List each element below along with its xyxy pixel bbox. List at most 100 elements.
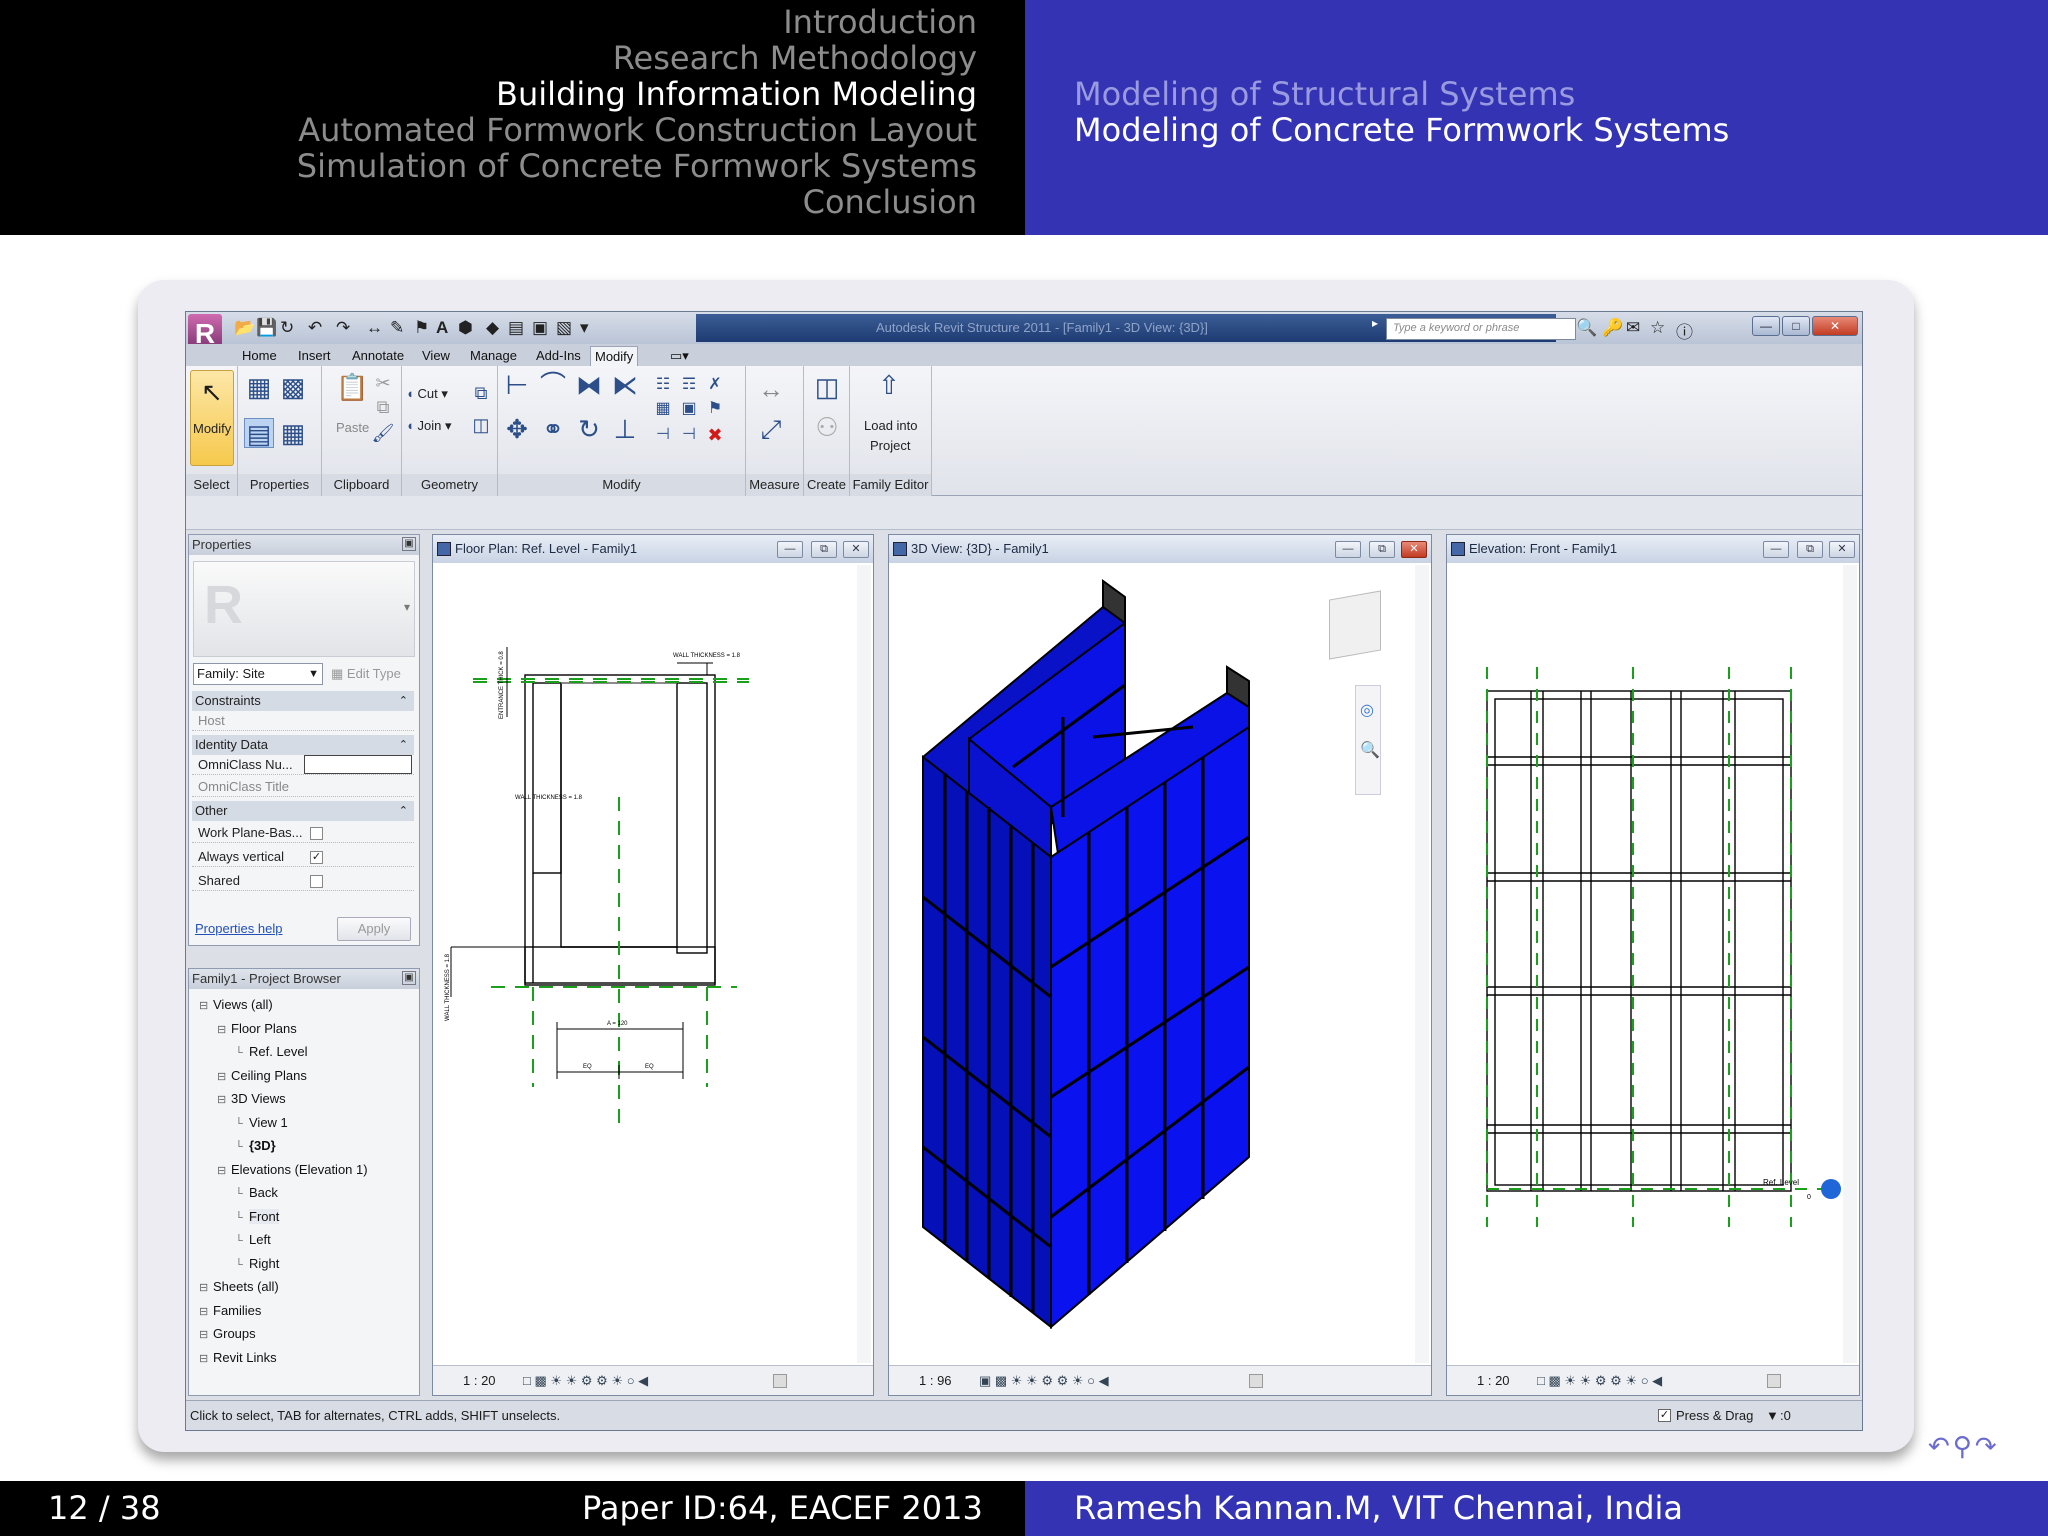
- measure-icon[interactable]: ↔: [366, 318, 383, 338]
- browser-item[interactable]: └ Back: [235, 1185, 278, 1200]
- properties-help-link[interactable]: Properties help: [195, 921, 282, 936]
- tab-manage[interactable]: Manage: [466, 346, 521, 366]
- redo-icon[interactable]: ↷: [336, 318, 350, 338]
- undo-icon[interactable]: ↶: [308, 318, 322, 338]
- view-close-button[interactable]: ✕: [1401, 541, 1427, 558]
- browser-item[interactable]: ⊟ Families: [199, 1303, 261, 1318]
- other-header[interactable]: Other ⌃: [192, 801, 414, 821]
- view-close-button[interactable]: ✕: [843, 541, 869, 558]
- close-browser-icon[interactable]: ▣: [402, 971, 416, 985]
- section-icon[interactable]: ◆: [486, 318, 499, 338]
- family-types-icon[interactable]: ▦: [244, 372, 274, 402]
- beamer-navigation-symbols[interactable]: ↶⚲↷: [1928, 1432, 2000, 1462]
- thin-lines-icon[interactable]: ▤: [508, 318, 524, 338]
- browser-item[interactable]: └ View 1: [235, 1115, 288, 1130]
- shared-checkbox[interactable]: [310, 875, 323, 888]
- dimension-icon[interactable]: ✎: [390, 318, 404, 338]
- nav-section-bim[interactable]: Building Information Modeling: [496, 76, 977, 113]
- offset-icon[interactable]: ⌒: [538, 370, 568, 400]
- tree-toggle-icon[interactable]: ⊟: [217, 1070, 231, 1083]
- trim-extend-icon[interactable]: ⊥: [610, 414, 640, 444]
- 3d-view[interactable]: 3D View: {3D} - Family1 — ⧉ ✕ ◎ 🔍 1: 96…: [888, 534, 1432, 1396]
- aligned-dimension-icon[interactable]: ⤢: [756, 414, 786, 444]
- horizontal-scroll-thumb[interactable]: [1767, 1374, 1781, 1388]
- forward-icon[interactable]: ↷: [1975, 1432, 2000, 1462]
- back-icon[interactable]: ↶: [1928, 1432, 1953, 1462]
- view-controls-icons[interactable]: □ ▩ ☀ ☀ ⚙ ⚙ ☀ ○ ◀: [523, 1366, 648, 1396]
- browser-item[interactable]: ⊟ Revit Links: [199, 1350, 277, 1365]
- browser-item[interactable]: ⊟ Floor Plans: [217, 1021, 297, 1036]
- subscription-icon[interactable]: 🔑: [1602, 318, 1623, 338]
- properties-toggle-icon[interactable]: ▤: [244, 418, 274, 449]
- 3d-scale[interactable]: 1 : 96: [919, 1366, 952, 1396]
- tab-insert[interactable]: Insert: [294, 346, 335, 366]
- 3d-scrollbar[interactable]: [1415, 565, 1429, 1363]
- omniclass-number-input[interactable]: [304, 755, 412, 774]
- view-minimize-button[interactable]: —: [1335, 541, 1361, 558]
- tree-toggle-icon[interactable]: ⊟: [199, 999, 213, 1012]
- elevation-scrollbar[interactable]: [1843, 565, 1857, 1363]
- nav-section-research-methodology[interactable]: Research Methodology: [613, 40, 977, 77]
- tree-toggle-icon[interactable]: ⊟: [199, 1281, 213, 1294]
- steering-wheel-icon[interactable]: ◎: [1360, 700, 1374, 720]
- move-icon[interactable]: ✥: [502, 414, 532, 444]
- 3d-view-icon[interactable]: ⬢: [458, 318, 473, 338]
- maximize-window-button[interactable]: □: [1782, 316, 1810, 336]
- close-hidden-icon[interactable]: ▣: [532, 318, 548, 338]
- search-input[interactable]: Type a keyword or phrase: [1386, 318, 1576, 340]
- load-into-project-button[interactable]: ⇧ Load into Project: [850, 366, 932, 466]
- view-minimize-button[interactable]: —: [1763, 541, 1789, 558]
- close-window-button[interactable]: ✕: [1812, 316, 1858, 336]
- favorites-icon[interactable]: ☆: [1650, 318, 1665, 338]
- nav-subsection-formwork[interactable]: Modeling of Concrete Formwork Systems: [1074, 112, 1729, 149]
- tree-toggle-icon[interactable]: ⊟: [217, 1023, 231, 1036]
- view-controls-icons[interactable]: ▣ ▩ ☀ ☀ ⚙ ⚙ ☀ ○ ◀: [979, 1366, 1109, 1396]
- browser-item[interactable]: └ Left: [235, 1232, 271, 1247]
- tab-modify[interactable]: Modify: [590, 346, 639, 366]
- browser-item[interactable]: ⊟ 3D Views: [217, 1091, 286, 1106]
- switch-windows-icon[interactable]: ▧: [556, 318, 572, 338]
- floor-plan-view[interactable]: Floor Plan: Ref. Level - Family1 — ⧉ ✕ W…: [432, 534, 874, 1396]
- view-restore-button[interactable]: ⧉: [811, 541, 837, 558]
- view-minimize-button[interactable]: —: [777, 541, 803, 558]
- text-icon[interactable]: A: [436, 318, 448, 338]
- nav-section-formwork-layout[interactable]: Automated Formwork Construction Layout: [298, 112, 977, 149]
- floor-plan-scale[interactable]: 1 : 20: [463, 1366, 496, 1396]
- navigation-bar[interactable]: ◎ 🔍: [1355, 685, 1381, 795]
- tree-toggle-icon[interactable]: ⊟: [217, 1093, 231, 1106]
- tree-toggle-icon[interactable]: ⊟: [199, 1352, 213, 1365]
- nav-section-introduction[interactable]: Introduction: [783, 4, 977, 41]
- constraints-header[interactable]: Constraints ⌃: [192, 691, 414, 711]
- create-group-icon[interactable]: ◫: [812, 372, 842, 402]
- floor-plan-canvas[interactable]: WALL THICKNESS = 1.8 WALL THICKNESS = 1.…: [437, 567, 853, 1360]
- communication-icon[interactable]: ✉: [1626, 318, 1640, 338]
- family-category-icon[interactable]: ▩: [278, 372, 308, 402]
- browser-item[interactable]: └ Ref. Level: [235, 1044, 308, 1059]
- tab-add-ins[interactable]: Add-Ins: [532, 346, 585, 366]
- edit-type-button[interactable]: ▦ Edit Type: [331, 666, 401, 682]
- always-vertical-checkbox[interactable]: ✓: [310, 851, 323, 864]
- ribbon-minimize-icon[interactable]: ▭▾: [666, 346, 693, 366]
- create-similar-icon[interactable]: ⚇: [812, 412, 842, 442]
- horizontal-scroll-thumb[interactable]: [1249, 1374, 1263, 1388]
- close-palette-icon[interactable]: ▣: [402, 537, 416, 551]
- copy-element-icon[interactable]: ⚭: [538, 414, 568, 444]
- mirror-axis-icon[interactable]: ⧓: [574, 370, 604, 400]
- tree-toggle-icon[interactable]: ⊟: [217, 1164, 231, 1177]
- align-icon[interactable]: ⊢: [502, 370, 532, 400]
- tree-toggle-icon[interactable]: ⊟: [199, 1328, 213, 1341]
- match-properties-icon[interactable]: 🖌: [368, 418, 398, 448]
- sync-icon[interactable]: ↻: [280, 318, 294, 338]
- viewcube[interactable]: [1329, 590, 1381, 660]
- browser-item[interactable]: └ Front: [235, 1208, 280, 1224]
- paste-icon[interactable]: 📋: [336, 372, 368, 402]
- save-icon[interactable]: 💾: [256, 318, 277, 338]
- browser-item[interactable]: ⊟ Ceiling Plans: [217, 1068, 307, 1083]
- zoom-icon[interactable]: 🔍: [1360, 740, 1380, 760]
- nav-section-conclusion[interactable]: Conclusion: [803, 184, 977, 221]
- view-controls-icons[interactable]: □ ▩ ☀ ☀ ⚙ ⚙ ☀ ○ ◀: [1537, 1366, 1662, 1396]
- apply-button[interactable]: Apply: [337, 917, 411, 941]
- qat-dropdown-icon[interactable]: ▾: [580, 318, 589, 338]
- modify-tool-button[interactable]: ↖ Modify: [190, 370, 234, 466]
- nav-section-simulation[interactable]: Simulation of Concrete Formwork Systems: [297, 148, 977, 185]
